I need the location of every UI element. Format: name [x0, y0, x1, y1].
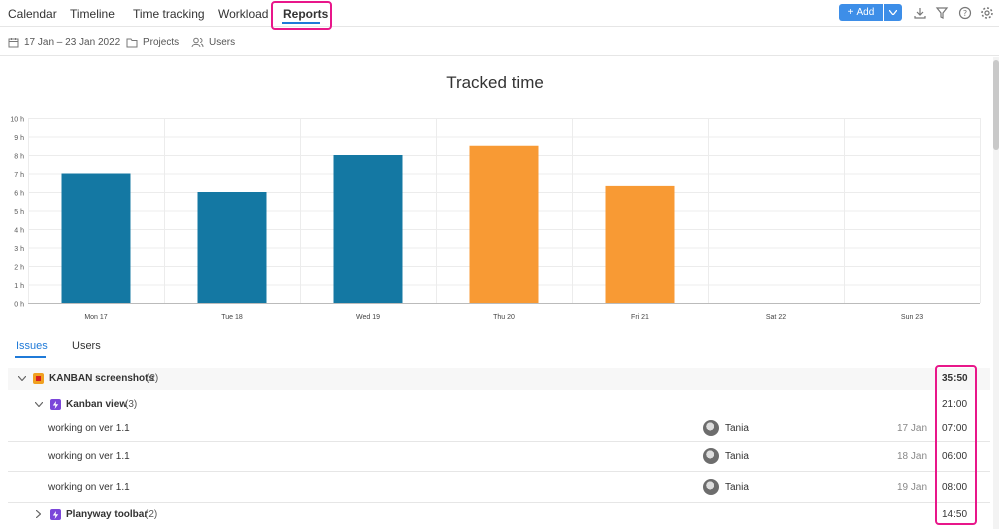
- group-name: KANBAN screenshots: [49, 373, 155, 384]
- folder-icon: [126, 38, 138, 47]
- top-navigation: Calendar Timeline Time tracking Workload…: [0, 0, 999, 30]
- calendar-icon: [8, 38, 19, 48]
- y-tick-label: 10 h: [10, 117, 24, 124]
- reports-highlight-box: [271, 1, 332, 30]
- time-entry-row[interactable]: working on ver 1.1 Tania 17 Jan 07:00: [8, 417, 990, 442]
- entry-task: working on ver 1.1: [48, 423, 130, 434]
- users-icon: [191, 37, 204, 48]
- add-button-label: Add: [856, 7, 875, 18]
- tab-calendar[interactable]: Calendar: [8, 7, 57, 21]
- y-tick-label: 6 h: [14, 191, 24, 198]
- x-tick-label: Tue 18: [221, 314, 243, 321]
- tab-users[interactable]: Users: [72, 340, 101, 352]
- time-entry-row[interactable]: working on ver 1.1 Tania 18 Jan 06:00: [8, 444, 990, 472]
- x-tick-label: Thu 20: [493, 314, 515, 321]
- tab-issues[interactable]: Issues: [16, 340, 48, 352]
- filter-bar: 17 Jan – 23 Jan 2022 Projects Users: [0, 28, 999, 56]
- plus-icon: +: [847, 7, 854, 18]
- bar: [333, 155, 403, 303]
- chevron-down-icon[interactable]: [18, 376, 26, 381]
- chart-title: Tracked time: [446, 73, 544, 92]
- lightning-icon: [50, 399, 61, 410]
- subgroup-row-kanban-view[interactable]: Kanban view (3) 21:00: [8, 395, 990, 413]
- entry-date: 17 Jan: [897, 423, 928, 434]
- bar: [197, 192, 267, 303]
- kanban-board-icon: [33, 373, 44, 384]
- y-tick-label: 0 h: [14, 302, 24, 309]
- projects-label: Projects: [143, 37, 180, 48]
- users-filter[interactable]: Users: [191, 37, 235, 48]
- date-range-label: 17 Jan – 23 Jan 2022: [24, 37, 121, 48]
- chevron-down-icon[interactable]: [35, 402, 43, 407]
- entry-user: Tania: [725, 451, 749, 462]
- x-tick-label: Mon 17: [84, 314, 107, 321]
- y-tick-label: 4 h: [14, 228, 24, 235]
- x-tick-label: Sun 23: [901, 314, 923, 321]
- y-tick-label: 2 h: [14, 265, 24, 272]
- scrollbar-thumb[interactable]: [993, 60, 999, 150]
- subgroup-row-planyway-toolbar[interactable]: Planyway toolbar (2) 14:50: [8, 506, 990, 524]
- svg-text:?: ?: [963, 9, 967, 18]
- active-subtab-indicator: [15, 356, 46, 358]
- entry-task: working on ver 1.1: [48, 482, 130, 493]
- add-dropdown-button[interactable]: [884, 4, 902, 21]
- y-tick-label: 1 h: [14, 283, 24, 290]
- entry-date: 18 Jan: [897, 451, 928, 462]
- x-tick-label: Sat 22: [766, 314, 786, 321]
- y-tick-label: 9 h: [14, 135, 24, 142]
- chevron-right-icon[interactable]: [36, 510, 41, 518]
- group-row-kanban-screenshots[interactable]: KANBAN screenshots (2) 35:50: [8, 368, 990, 390]
- subgroup-name: Planyway toolbar: [66, 509, 149, 520]
- filter-icon[interactable]: [935, 6, 949, 20]
- subgroup-name: Kanban view: [66, 399, 128, 410]
- avatar: [703, 420, 719, 436]
- chevron-down-icon: [889, 10, 897, 15]
- entry-task: working on ver 1.1: [48, 451, 130, 462]
- tracked-time-chart: 0 h 1 h 2 h 3 h 4 h 5 h 6 h 7 h 8 h 9 h 10 h Mon 17…: [10, 117, 981, 321]
- avatar: [703, 448, 719, 464]
- y-tick-label: 3 h: [14, 246, 24, 253]
- tab-time-tracking[interactable]: Time tracking: [133, 7, 205, 21]
- x-tick-label: Fri 21: [631, 314, 649, 321]
- bar: [61, 173, 131, 303]
- entry-user: Tania: [725, 482, 749, 493]
- entry-date: 19 Jan: [897, 482, 928, 493]
- gear-icon[interactable]: [980, 6, 994, 20]
- bar: [469, 145, 539, 303]
- date-range-filter[interactable]: 17 Jan – 23 Jan 2022: [8, 37, 120, 48]
- help-icon[interactable]: ?: [958, 6, 972, 20]
- entry-user: Tania: [725, 423, 749, 434]
- lightning-icon: [50, 509, 61, 520]
- y-tick-label: 5 h: [14, 209, 24, 216]
- projects-filter[interactable]: Projects: [126, 37, 179, 48]
- y-tick-label: 8 h: [14, 154, 24, 161]
- users-label: Users: [209, 37, 236, 48]
- group-count: (2): [146, 373, 159, 384]
- download-icon[interactable]: [913, 6, 927, 20]
- time-entry-row[interactable]: working on ver 1.1 Tania 19 Jan 08:00: [8, 474, 990, 503]
- y-tick-label: 7 h: [14, 172, 24, 179]
- add-button[interactable]: + Add: [839, 4, 883, 21]
- subgroup-count: (3): [125, 399, 138, 410]
- tab-workload[interactable]: Workload: [218, 7, 268, 21]
- bar: [605, 185, 675, 303]
- tab-timeline[interactable]: Timeline: [70, 7, 115, 21]
- avatar: [703, 479, 719, 495]
- time-column-highlight-box: [935, 365, 977, 525]
- x-tick-label: Wed 19: [356, 314, 380, 321]
- subgroup-count: (2): [145, 509, 158, 520]
